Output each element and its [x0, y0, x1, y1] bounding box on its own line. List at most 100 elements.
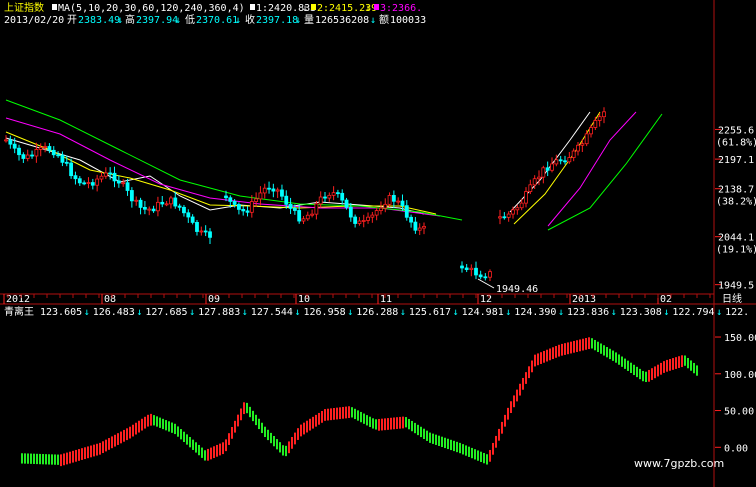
indicator-bar	[636, 366, 638, 378]
candle-body	[323, 196, 327, 199]
indicator-bar	[543, 350, 545, 363]
main-y-axis: 2255.6(61.8%) 2197.1 2138.7(38.2%) 2044.1(1…	[715, 125, 756, 292]
indicator-bar	[174, 423, 176, 435]
y-tick-pct: (61.8%)	[716, 137, 756, 148]
candle-body	[21, 154, 26, 159]
indicator-bar	[384, 418, 386, 431]
candle-body	[532, 178, 537, 186]
indicator-bar	[195, 442, 197, 453]
candle-body	[43, 146, 47, 148]
indicator-bar	[345, 406, 347, 419]
down-arrow-icon: ↓	[611, 307, 617, 318]
indicator-bar	[120, 431, 122, 444]
indicator-bar	[309, 418, 311, 431]
header-row-1: 上证指数 MA(5,10,20,30,60,120,240,360,4) 1:2…	[4, 1, 422, 14]
candle-body	[502, 216, 507, 219]
indicator-bar	[582, 338, 584, 351]
y-tick-pct: (19.1%)	[716, 245, 756, 256]
indicator-bar	[132, 424, 134, 437]
candle-body	[190, 216, 195, 223]
m3-value: 3:2366.	[380, 3, 422, 14]
indicator-bar	[585, 338, 587, 350]
open-label: 开	[67, 15, 77, 26]
indicator-bar	[681, 355, 683, 368]
indicator-bar	[549, 348, 551, 361]
indicator-bar	[357, 410, 359, 421]
indicator-bar	[126, 428, 128, 441]
indicator-value: 123.836	[567, 307, 609, 318]
high-value: 2397.94	[136, 15, 178, 26]
indicator-bar	[21, 453, 23, 464]
indicator-bar	[381, 418, 383, 431]
x-tick-label: 10	[298, 294, 310, 305]
candle-body	[90, 182, 95, 186]
candle-body	[237, 204, 241, 210]
indicator-bar	[378, 418, 380, 431]
indicator-bar	[225, 439, 227, 452]
candle-body	[82, 182, 87, 185]
candle-body	[576, 144, 580, 152]
indicator-bar	[261, 422, 263, 434]
indicator-bar	[558, 344, 560, 357]
indicator-bar	[255, 414, 257, 426]
indicator-bar	[288, 441, 290, 454]
m3-marker-icon	[374, 4, 379, 10]
indicator-bar	[633, 364, 635, 376]
header-row-2: 2013/02/20 开 2383.49 ↓ 高 2397.94 ↓ 低 237…	[4, 13, 426, 26]
candle-body	[344, 199, 349, 208]
candle-body	[400, 200, 405, 207]
m2-marker-icon	[311, 4, 316, 10]
indicator-bar	[669, 359, 671, 371]
indicator-bar	[600, 343, 602, 354]
candle-body	[353, 216, 358, 224]
candle-body	[550, 163, 554, 171]
indicator-bar	[129, 426, 131, 439]
candle-body	[580, 143, 585, 146]
indicator-bar	[321, 411, 323, 423]
down-arrow-icon: ↓	[370, 15, 376, 26]
indicator-bar	[123, 429, 125, 442]
candle-body	[69, 162, 74, 177]
y-tick-label: 2138.7	[718, 185, 754, 196]
indicator-bar	[672, 358, 674, 370]
candle-body	[47, 146, 52, 151]
indicator-bar	[63, 453, 65, 466]
indicator-bar	[141, 418, 143, 431]
period-label: 日线	[722, 292, 742, 305]
indicator-bar	[264, 426, 266, 438]
indicator-bar	[186, 434, 188, 445]
indicator-bar	[405, 417, 407, 428]
indicator-bar	[468, 446, 470, 457]
candle-body	[511, 209, 515, 215]
indicator-bar	[537, 353, 539, 366]
indicator-value: 123.605	[40, 307, 82, 318]
candle-body	[51, 149, 56, 156]
indicator-bar	[630, 362, 632, 373]
indicator-bar	[324, 409, 326, 421]
indicator-bar	[615, 352, 617, 363]
indicator-bar	[327, 408, 329, 421]
candle-body	[417, 227, 422, 231]
indicator-bar	[222, 442, 224, 455]
indicator-bar	[609, 348, 611, 360]
candle-body	[224, 195, 228, 199]
indicator-bar	[573, 340, 575, 353]
indicator-bar	[465, 445, 467, 456]
indicator-value: 124.981	[462, 307, 504, 318]
vol-label: 量	[304, 14, 314, 26]
candle-body	[60, 154, 65, 163]
indicator-bar	[567, 342, 569, 355]
indicator-bar	[501, 421, 503, 434]
indicator-bar	[423, 428, 425, 440]
candle-body	[151, 208, 156, 212]
indicator-y-axis: 150.00 100.00 50.00 0.00	[715, 333, 756, 454]
indicator-bar	[267, 429, 269, 441]
candle-body	[8, 139, 13, 145]
candle-body	[147, 208, 152, 211]
down-arrow-icon: ↓	[663, 307, 669, 318]
indicator-bar	[534, 354, 536, 367]
candle-body	[267, 187, 271, 190]
indicator-bar	[87, 446, 89, 459]
candle-body	[305, 214, 310, 220]
indicator-bar	[201, 447, 203, 458]
